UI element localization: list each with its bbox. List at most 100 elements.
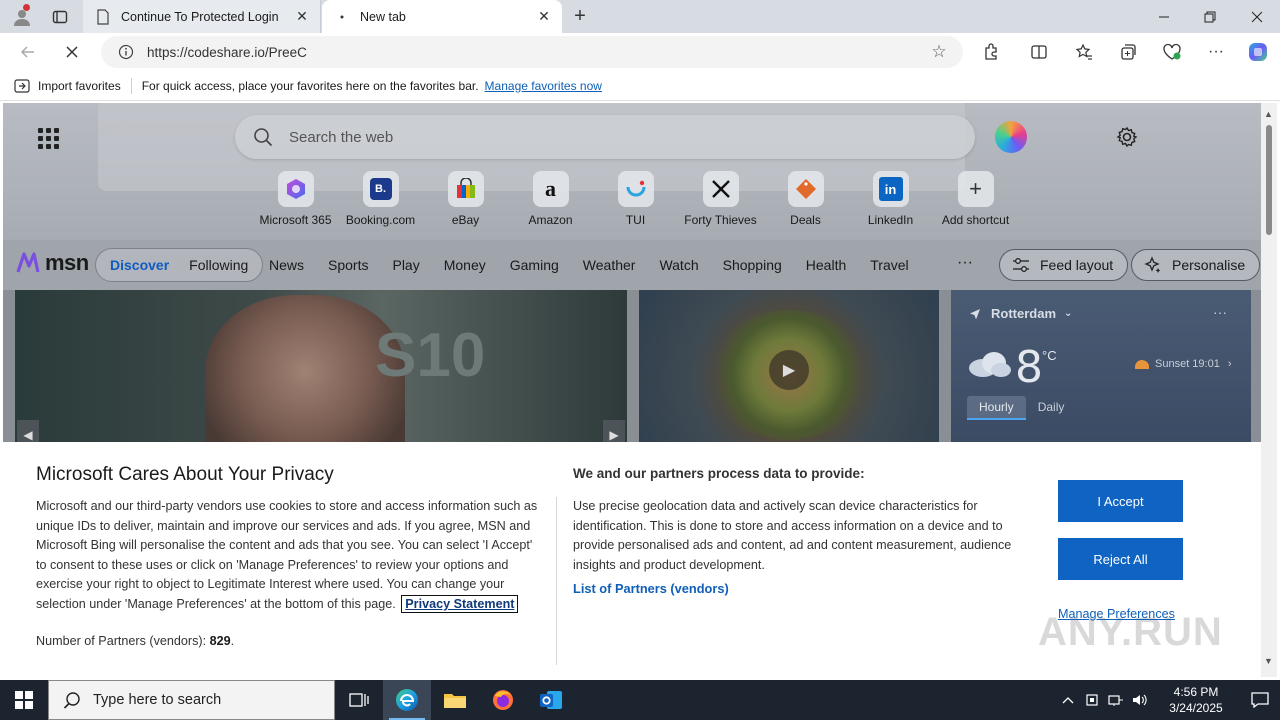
shortcut-linkedin[interactable]: in LinkedIn	[848, 171, 933, 233]
nav-play[interactable]: Play	[392, 257, 419, 273]
weather-more-icon[interactable]: ···	[1213, 304, 1227, 320]
browser-toolbar: https://codeshare.io/PreeC ☆ ···	[0, 33, 1280, 71]
settings-more-button[interactable]: ···	[1202, 38, 1230, 66]
back-button[interactable]	[14, 38, 42, 66]
favorites-button[interactable]	[1070, 38, 1098, 66]
shortcut-tui[interactable]: TUI	[593, 171, 678, 233]
network-icon[interactable]	[1104, 680, 1128, 720]
personalise-button[interactable]: Personalise	[1131, 249, 1261, 281]
sunset-info[interactable]: Sunset 19:01 ›	[1135, 358, 1232, 370]
url-text[interactable]: https://codeshare.io/PreeC	[147, 45, 929, 60]
accept-button[interactable]: I Accept	[1058, 480, 1183, 522]
shortcut-ebay[interactable]: eBay	[423, 171, 508, 233]
taskbar-outlook[interactable]	[527, 680, 575, 720]
reject-all-button[interactable]: Reject All	[1058, 538, 1183, 580]
task-view-button[interactable]	[335, 680, 383, 720]
tab-actions-button[interactable]	[48, 5, 72, 29]
copilot-button[interactable]	[995, 121, 1027, 153]
nav-gaming[interactable]: Gaming	[510, 257, 559, 273]
feed-layout-button[interactable]: Feed layout	[999, 249, 1129, 281]
privacy-title: Microsoft Cares About Your Privacy	[36, 464, 334, 485]
play-icon[interactable]: ▶	[769, 350, 809, 390]
profile-button[interactable]	[8, 4, 36, 30]
restore-button[interactable]	[1187, 0, 1233, 33]
browser-essentials-button[interactable]	[1158, 38, 1186, 66]
edge-icon	[396, 689, 418, 711]
nav-shopping[interactable]: Shopping	[723, 257, 782, 273]
page-settings-button[interactable]	[1113, 123, 1141, 151]
tab-title: New tab	[360, 9, 406, 24]
web-search-box[interactable]: Search the web	[235, 115, 975, 159]
new-tab-button[interactable]: +	[568, 4, 592, 28]
weather-temperature: 8	[1015, 342, 1043, 393]
privacy-statement-link[interactable]: Privacy Statement	[401, 594, 519, 613]
data-processing-text: Use precise geolocation data and activel…	[573, 499, 1012, 572]
taskbar-file-explorer[interactable]	[431, 680, 479, 720]
volume-icon[interactable]	[1128, 680, 1152, 720]
copilot-sidebar-button[interactable]	[1244, 38, 1272, 66]
manage-preferences-link[interactable]: Manage Preferences	[1058, 607, 1175, 621]
weather-tab-hourly[interactable]: Hourly	[967, 396, 1026, 420]
location-arrow-icon	[969, 308, 981, 320]
weather-card[interactable]: Rotterdam ⌄ ··· 8 °C Sunset 19:01 › Hour…	[951, 290, 1251, 450]
nav-travel[interactable]: Travel	[870, 257, 908, 273]
scroll-down-icon[interactable]: ▼	[1264, 656, 1273, 666]
privacy-body-text: Microsoft and our third-party vendors us…	[36, 499, 538, 611]
tab-following[interactable]: Following	[179, 257, 258, 273]
tab-discover[interactable]: Discover	[100, 257, 179, 273]
collections-button[interactable]	[1114, 38, 1142, 66]
defender-icon[interactable]	[1080, 680, 1104, 720]
close-window-button[interactable]	[1234, 0, 1280, 33]
task-view-icon	[349, 693, 369, 707]
manage-favorites-link[interactable]: Manage favorites now	[485, 79, 602, 93]
shortcut-label: Forty Thieves	[684, 213, 757, 227]
minimize-button[interactable]	[1141, 0, 1187, 33]
back-arrow-icon	[20, 46, 34, 58]
close-tab-icon[interactable]: ✕	[536, 8, 552, 25]
chevron-up-icon[interactable]	[1056, 680, 1080, 720]
add-shortcut-button[interactable]: + Add shortcut	[933, 171, 1018, 233]
shortcut-microsoft-365[interactable]: Microsoft 365	[253, 171, 338, 233]
taskbar-edge[interactable]	[383, 680, 431, 720]
deals-tag-icon	[787, 171, 824, 207]
address-bar[interactable]: https://codeshare.io/PreeC ☆	[101, 36, 963, 68]
news-hero-card[interactable]: S10 ◀ ▶	[15, 290, 627, 450]
shortcut-forty-thieves[interactable]: Forty Thieves	[678, 171, 763, 233]
nav-weather[interactable]: Weather	[583, 257, 636, 273]
nav-health[interactable]: Health	[806, 257, 846, 273]
start-button[interactable]	[0, 680, 48, 720]
taskbar-search-box[interactable]: Type here to search	[48, 680, 335, 720]
nav-money[interactable]: Money	[444, 257, 486, 273]
action-center-button[interactable]	[1240, 680, 1280, 720]
scroll-up-icon[interactable]: ▲	[1264, 109, 1273, 119]
taskbar-clock[interactable]: 4:56 PM 3/24/2025	[1158, 684, 1234, 716]
nav-news[interactable]: News	[269, 257, 304, 273]
shortcut-booking[interactable]: B. Booking.com	[338, 171, 423, 233]
shortcut-amazon[interactable]: a Amazon	[508, 171, 593, 233]
page-scrollbar[interactable]: ▲ ▼	[1261, 103, 1277, 677]
nav-sports[interactable]: Sports	[328, 257, 368, 273]
split-screen-button[interactable]	[1025, 38, 1053, 66]
scrollbar-thumb[interactable]	[1266, 125, 1272, 235]
msn-butterfly-icon	[16, 252, 40, 273]
weather-tab-daily[interactable]: Daily	[1026, 396, 1077, 420]
weather-unit: °C	[1042, 348, 1057, 363]
tab-continue-login[interactable]: Continue To Protected Login ✕	[83, 0, 321, 33]
favorite-star-icon[interactable]: ☆	[929, 42, 949, 62]
video-card[interactable]: ▶	[639, 290, 939, 450]
app-launcher-button[interactable]	[35, 125, 61, 151]
nav-more-icon[interactable]: ···	[957, 254, 973, 272]
extensions-button[interactable]	[977, 38, 1005, 66]
divider	[556, 497, 557, 665]
msn-logo[interactable]: msn	[15, 250, 89, 276]
nav-watch[interactable]: Watch	[659, 257, 698, 273]
stop-loading-button[interactable]	[58, 38, 86, 66]
weather-location[interactable]: Rotterdam ⌄	[969, 306, 1072, 321]
shortcut-deals[interactable]: Deals	[763, 171, 848, 233]
close-tab-icon[interactable]: ✕	[294, 8, 310, 25]
taskbar-firefox[interactable]	[479, 680, 527, 720]
info-icon[interactable]	[117, 43, 135, 61]
tab-new-tab[interactable]: New tab ✕	[322, 0, 562, 33]
import-favorites-button[interactable]: Import favorites	[14, 79, 121, 93]
list-of-partners-link[interactable]: List of Partners (vendors)	[573, 581, 729, 596]
